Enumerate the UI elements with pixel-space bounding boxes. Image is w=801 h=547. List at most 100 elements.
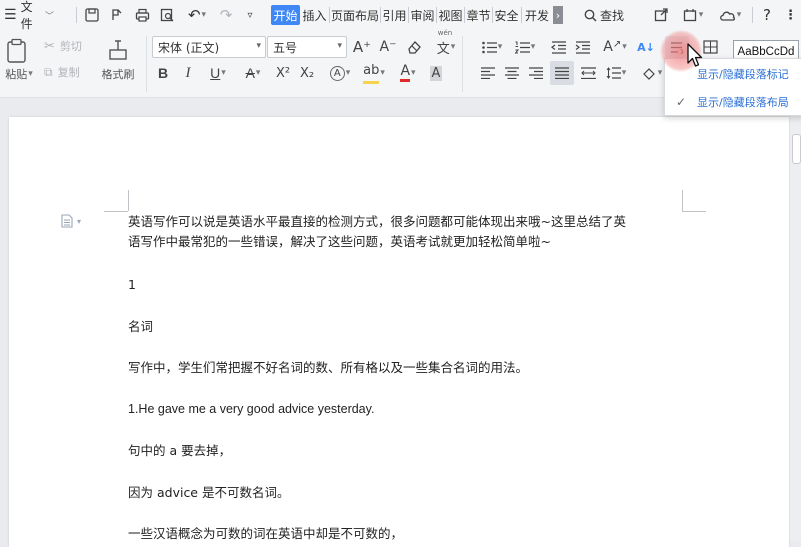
font-name-select[interactable]: 宋体 (正文) ▾ xyxy=(152,36,266,58)
tab-developer[interactable]: 开发 xyxy=(522,5,552,25)
doc-paragraph[interactable]: 写作中，学生们常把握不好名词的数、所有格以及一些集合名词的用法。 xyxy=(128,358,528,377)
paste-icon[interactable] xyxy=(3,36,31,66)
increase-font-size-button[interactable]: A⁺ xyxy=(352,37,372,57)
quick-access-more-icon[interactable]: ▿ xyxy=(240,0,260,30)
bullet-list-icon xyxy=(481,41,497,53)
crop-mark xyxy=(682,190,683,211)
align-right-icon[interactable] xyxy=(526,63,546,83)
redo-icon[interactable]: ↷ xyxy=(216,0,236,30)
cut-button[interactable]: ✂ 剪切 xyxy=(44,38,94,54)
doc-paragraph[interactable]: 因为 advice 是不可数名词。 xyxy=(128,483,289,502)
clear-format-icon[interactable] xyxy=(404,37,424,57)
tab-home[interactable]: 开始 xyxy=(271,5,300,25)
decrease-font-size-button[interactable]: A⁻ xyxy=(378,37,398,57)
chevron-down-icon: ▾ xyxy=(621,68,627,78)
chevron-down-icon: ▾ xyxy=(77,216,82,226)
sort-icon[interactable]: A↓ xyxy=(636,38,656,56)
line-spacing-icon xyxy=(606,67,621,79)
tab-section[interactable]: 章节 xyxy=(465,5,492,25)
menu-bar: ☰ 文件 ﹀ ↶ ▾ ↷ ▿ 开始 插入 页面布局 引用 审阅 视图 章节 安全… xyxy=(0,0,801,31)
chevron-down-icon: ▾ xyxy=(380,68,385,78)
check-icon: ✓ xyxy=(675,95,687,109)
align-left-icon[interactable] xyxy=(478,63,498,83)
doc-paragraph[interactable]: 名词 xyxy=(128,317,153,336)
hamburger-icon: ☰ xyxy=(4,7,17,23)
crop-mark xyxy=(128,190,129,211)
tab-insert[interactable]: 插入 xyxy=(301,5,328,25)
scrollbar-thumb[interactable] xyxy=(792,134,801,164)
doc-paragraph[interactable]: 1 xyxy=(128,275,136,294)
distributed-align-icon[interactable] xyxy=(578,63,598,83)
share-icon[interactable] xyxy=(651,0,671,30)
file-menu[interactable]: ☰ 文件 ﹀ xyxy=(4,0,54,31)
save-icon[interactable] xyxy=(82,0,102,30)
bold-button[interactable]: B xyxy=(153,63,173,83)
collaboration-button[interactable]: ▾ xyxy=(678,0,708,30)
font-size-select[interactable]: 五号 ▾ xyxy=(267,36,347,58)
format-painter-button[interactable]: 格式刷 xyxy=(97,67,139,81)
copy-button[interactable]: ⧉ 复制 xyxy=(44,64,94,80)
italic-button[interactable]: I xyxy=(178,63,198,83)
bullet-list-button[interactable]: ▾ xyxy=(478,38,506,56)
doc-paragraph[interactable]: 一些汉语概念为可数的词在英语中却是不可数的， xyxy=(128,524,403,543)
document-canvas xyxy=(0,98,801,547)
cloud-icon xyxy=(719,11,735,21)
undo-button[interactable]: ↶ ▾ xyxy=(182,0,212,30)
chevron-down-icon: ▾ xyxy=(622,42,627,52)
paragraph-layout-handle[interactable]: ▾ xyxy=(61,213,91,229)
search-icon xyxy=(584,9,597,22)
dropdown-item-show-paragraph-layout[interactable]: ✓ 显示/隐藏段落布局 xyxy=(665,89,801,115)
vertical-scrollbar[interactable] xyxy=(790,98,801,541)
subscript-button[interactable]: X₂ xyxy=(296,63,318,83)
strikethrough-button[interactable]: A ▾ xyxy=(238,63,268,83)
doc-paragraph[interactable]: 1.He gave me a very good advice yesterda… xyxy=(128,400,374,419)
change-case-button[interactable]: A↗ ▾ xyxy=(600,36,630,58)
chevron-down-icon: ▾ xyxy=(450,42,456,52)
doc-paragraph[interactable]: 语写作中最常犯的一些错误，解决了这些问题，英语考试就更加轻松简单啦~ xyxy=(128,232,551,251)
doc-paragraph[interactable]: 句中的 a 要去掉， xyxy=(128,441,231,460)
print-preview-icon[interactable] xyxy=(157,0,177,30)
chevron-down-icon: ▾ xyxy=(345,68,351,78)
copy-icon: ⧉ xyxy=(44,64,53,79)
numbered-list-button[interactable]: ▾ xyxy=(511,38,539,56)
export-pdf-icon[interactable] xyxy=(107,0,127,30)
justify-icon[interactable] xyxy=(550,61,574,85)
line-spacing-button[interactable]: ▾ xyxy=(602,63,630,83)
decrease-indent-icon[interactable] xyxy=(548,38,568,56)
paragraph-handle-icon xyxy=(61,214,73,228)
change-case-icon: A↗ xyxy=(603,39,622,55)
document-page[interactable] xyxy=(9,117,789,547)
cloud-button[interactable]: ▾ xyxy=(715,0,745,30)
tab-view[interactable]: 视图 xyxy=(437,5,464,25)
tab-page-layout[interactable]: 页面布局 xyxy=(330,5,380,25)
chevron-down-icon: ﹀ xyxy=(44,11,54,22)
more-options-icon[interactable]: ⋮ xyxy=(782,0,800,30)
underline-button[interactable]: U ▾ xyxy=(203,63,233,83)
align-center-icon[interactable] xyxy=(502,63,522,83)
search-button[interactable]: 查找 xyxy=(581,0,627,30)
phonetic-icon: wén 文 xyxy=(436,28,453,57)
help-icon[interactable]: ? xyxy=(758,0,776,30)
phonetic-guide-button[interactable]: wén 文 ▾ xyxy=(430,28,462,58)
chevron-down-icon: ▾ xyxy=(698,10,704,20)
scissors-icon: ✂ xyxy=(44,38,55,54)
shading-button[interactable]: ▾ xyxy=(638,63,666,83)
print-icon[interactable] xyxy=(132,0,152,30)
format-painter-icon[interactable] xyxy=(104,36,132,64)
superscript-button[interactable]: X² xyxy=(272,63,294,83)
tab-security[interactable]: 安全 xyxy=(493,5,520,25)
chevron-down-icon: ▾ xyxy=(201,10,207,20)
more-tabs-button[interactable]: › xyxy=(553,6,563,24)
tab-references[interactable]: 引用 xyxy=(381,5,408,25)
font-color-button[interactable]: A ▾ xyxy=(393,63,423,83)
highlight-color-button[interactable]: ab ▾ xyxy=(358,63,390,84)
increase-indent-icon[interactable] xyxy=(572,38,592,56)
undo-icon: ↶ xyxy=(187,6,201,24)
paste-button[interactable]: 粘贴 ▾ xyxy=(1,67,37,81)
chevron-down-icon: ▾ xyxy=(657,68,663,78)
char-shading-button[interactable]: A xyxy=(426,63,446,83)
text-effect-button[interactable]: A ▾ xyxy=(326,63,354,83)
tab-review[interactable]: 审阅 xyxy=(409,5,436,25)
mouse-cursor-icon xyxy=(687,43,703,67)
doc-paragraph[interactable]: 英语写作可以说是英语水平最直接的检测方式，很多问题都可能体现出来哦~这里总结了英 xyxy=(128,212,626,231)
